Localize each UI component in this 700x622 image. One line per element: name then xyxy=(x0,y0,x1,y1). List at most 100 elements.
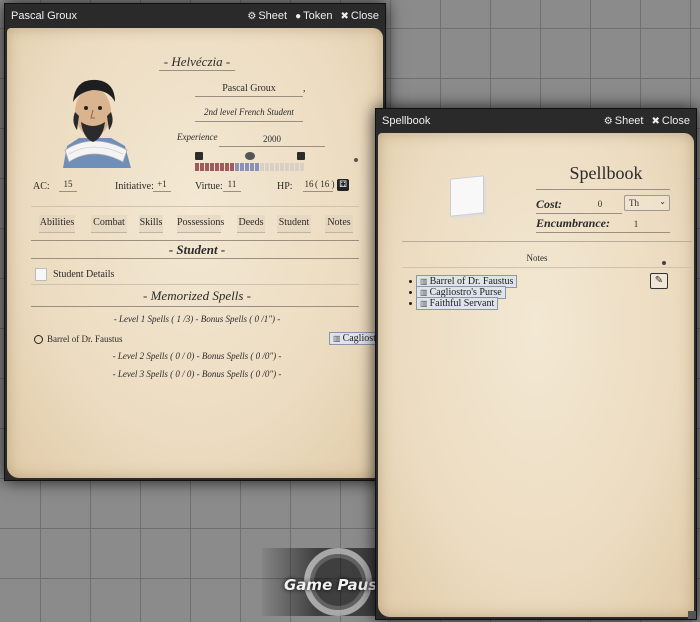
student-details-link[interactable]: Student Details xyxy=(53,269,114,280)
sheet-button[interactable]: ⚙ Sheet xyxy=(247,10,287,22)
cost-label: Cost: xyxy=(536,197,563,211)
spellbook-paper: Spellbook Cost: 0 Th ⌄ Encumbrance: 1 No… xyxy=(378,133,694,617)
virtue-segment xyxy=(235,163,239,171)
list-bullet xyxy=(409,291,412,294)
virtue-segment xyxy=(205,163,209,171)
hp-label: HP: xyxy=(277,181,293,192)
tab-abilities[interactable]: Abilities xyxy=(39,215,75,233)
user-circle-icon: ● xyxy=(295,10,302,22)
experience-label: Experience xyxy=(177,132,218,142)
virtue-label: Virtue: xyxy=(195,181,223,192)
virtue-segment xyxy=(225,163,229,171)
memorized-spell-name[interactable]: Barrel of Dr. Faustus xyxy=(47,334,123,344)
spellbook-close-button[interactable]: ✖ Close xyxy=(651,115,690,127)
initiative-label: Initiative: xyxy=(115,181,154,192)
window-title: Pascal Groux xyxy=(11,10,78,22)
balance-icon xyxy=(245,152,255,160)
virtue-segment xyxy=(215,163,219,171)
virtue-segment xyxy=(240,163,244,171)
virtue-segment xyxy=(295,163,299,171)
virtue-segment xyxy=(300,163,304,171)
character-sheet-window[interactable]: Pascal Groux ⚙ Sheet ● Token ✖ Close - Helv… xyxy=(4,3,386,481)
spellbook-heading: Spellbook xyxy=(569,163,643,183)
setting-title: - Helvéczia - xyxy=(163,54,231,69)
edit-icon: ✎ xyxy=(654,275,664,286)
spell-item-icon: ▥ xyxy=(333,334,341,343)
ac-value[interactable]: 15 xyxy=(59,179,77,189)
initiative-value[interactable]: +1 xyxy=(153,179,171,189)
spellbook-resize-handle[interactable] xyxy=(688,611,696,619)
virtue-segment xyxy=(265,163,269,171)
virtue-segment xyxy=(255,163,259,171)
tab-deeds[interactable]: Deeds xyxy=(237,215,265,233)
virtue-segment xyxy=(270,163,274,171)
virtue-icon xyxy=(297,152,305,160)
virtue-segment xyxy=(200,163,204,171)
virtue-segment xyxy=(250,163,254,171)
virtue-track xyxy=(195,163,305,171)
book-icon xyxy=(35,268,47,281)
tab-student[interactable]: Student xyxy=(277,215,311,233)
ac-label: AC: xyxy=(33,181,50,192)
hp-value[interactable]: 16 xyxy=(303,179,315,189)
window-header[interactable]: Pascal Groux ⚙ Sheet ● Token ✖ Close xyxy=(5,4,385,28)
encumbrance-label: Encumbrance: xyxy=(536,216,611,230)
close-icon: ✖ xyxy=(340,10,349,22)
virtue-segment xyxy=(290,163,294,171)
sheet-paper: - Helvéczia - Pascal Groux , 2nd level F… xyxy=(7,28,383,478)
level1-spells-header: - Level 1 Spells ( 1 /3) - Bonus Spells … xyxy=(113,314,281,324)
virtue-bar[interactable] xyxy=(195,152,305,172)
cost-unit-value: Th xyxy=(629,198,639,208)
experience-value[interactable]: 2000 xyxy=(219,134,325,144)
student-section-title: - Student - xyxy=(168,242,226,257)
cost-unit-select[interactable]: Th ⌄ xyxy=(624,195,670,211)
memorized-spells-title: - Memorized Spells - xyxy=(143,288,251,303)
virtue-segment xyxy=(285,163,289,171)
close-button[interactable]: ✖ Close xyxy=(340,10,379,22)
vice-icon xyxy=(195,152,203,160)
close-icon: ✖ xyxy=(651,115,660,127)
name-suffix: , xyxy=(303,83,306,94)
virtue-segment xyxy=(195,163,199,171)
notes-dot xyxy=(662,261,666,265)
level2-spells-header: - Level 2 Spells ( 0 / 0) - Bonus Spells… xyxy=(112,351,282,361)
tab-combat[interactable]: Combat xyxy=(91,215,127,233)
dice-icon[interactable]: ⚃ xyxy=(337,179,349,191)
spellbook-window-title: Spellbook xyxy=(382,115,431,127)
virtue-segment xyxy=(245,163,249,171)
virtue-segment xyxy=(275,163,279,171)
tab-notes[interactable]: Notes xyxy=(325,215,353,233)
spellbook-cover-icon xyxy=(450,175,484,217)
sheet-dot xyxy=(354,158,358,162)
encumbrance-value[interactable]: 1 xyxy=(628,219,644,229)
virtue-segment xyxy=(220,163,224,171)
virtue-segment xyxy=(260,163,264,171)
token-button[interactable]: ● Token xyxy=(295,10,332,22)
character-name[interactable]: Pascal Groux xyxy=(195,83,303,94)
spellbook-header[interactable]: Spellbook ⚙ Sheet ✖ Close xyxy=(376,109,696,133)
memorized-spell-radio[interactable] xyxy=(34,335,43,344)
virtue-segment xyxy=(230,163,234,171)
spell-list-item[interactable]: ▥ Faithful Servant xyxy=(416,297,499,310)
gear-icon: ⚙ xyxy=(247,10,257,22)
virtue-segment xyxy=(280,163,284,171)
spellbook-sheet-button[interactable]: ⚙ Sheet xyxy=(604,115,644,127)
gear-icon: ⚙ xyxy=(603,115,613,127)
spellbook-window[interactable]: Spellbook ⚙ Sheet ✖ Close Spellbook Cost: … xyxy=(375,108,697,620)
level3-spells-header: - Level 3 Spells ( 0 / 0) - Bonus Spells… xyxy=(112,369,282,379)
spell-item-icon: ▥ xyxy=(420,288,428,297)
level-class: 2nd level French Student xyxy=(204,107,294,117)
spell-item-icon: ▥ xyxy=(420,299,428,308)
character-portrait[interactable] xyxy=(53,72,135,170)
tab-possessions[interactable]: Possessions xyxy=(177,215,224,233)
list-bullet xyxy=(409,280,412,283)
virtue-value[interactable]: 11 xyxy=(223,179,241,189)
notes-label: Notes xyxy=(526,253,548,263)
list-bullet xyxy=(409,302,412,305)
virtue-segment xyxy=(210,163,214,171)
edit-notes-button[interactable]: ✎ xyxy=(650,273,668,289)
hp-max: ( 16 ) xyxy=(315,179,335,189)
tab-skills[interactable]: Skills xyxy=(139,215,163,233)
chevron-down-icon: ⌄ xyxy=(659,197,666,206)
cost-value[interactable]: 0 xyxy=(590,199,610,209)
